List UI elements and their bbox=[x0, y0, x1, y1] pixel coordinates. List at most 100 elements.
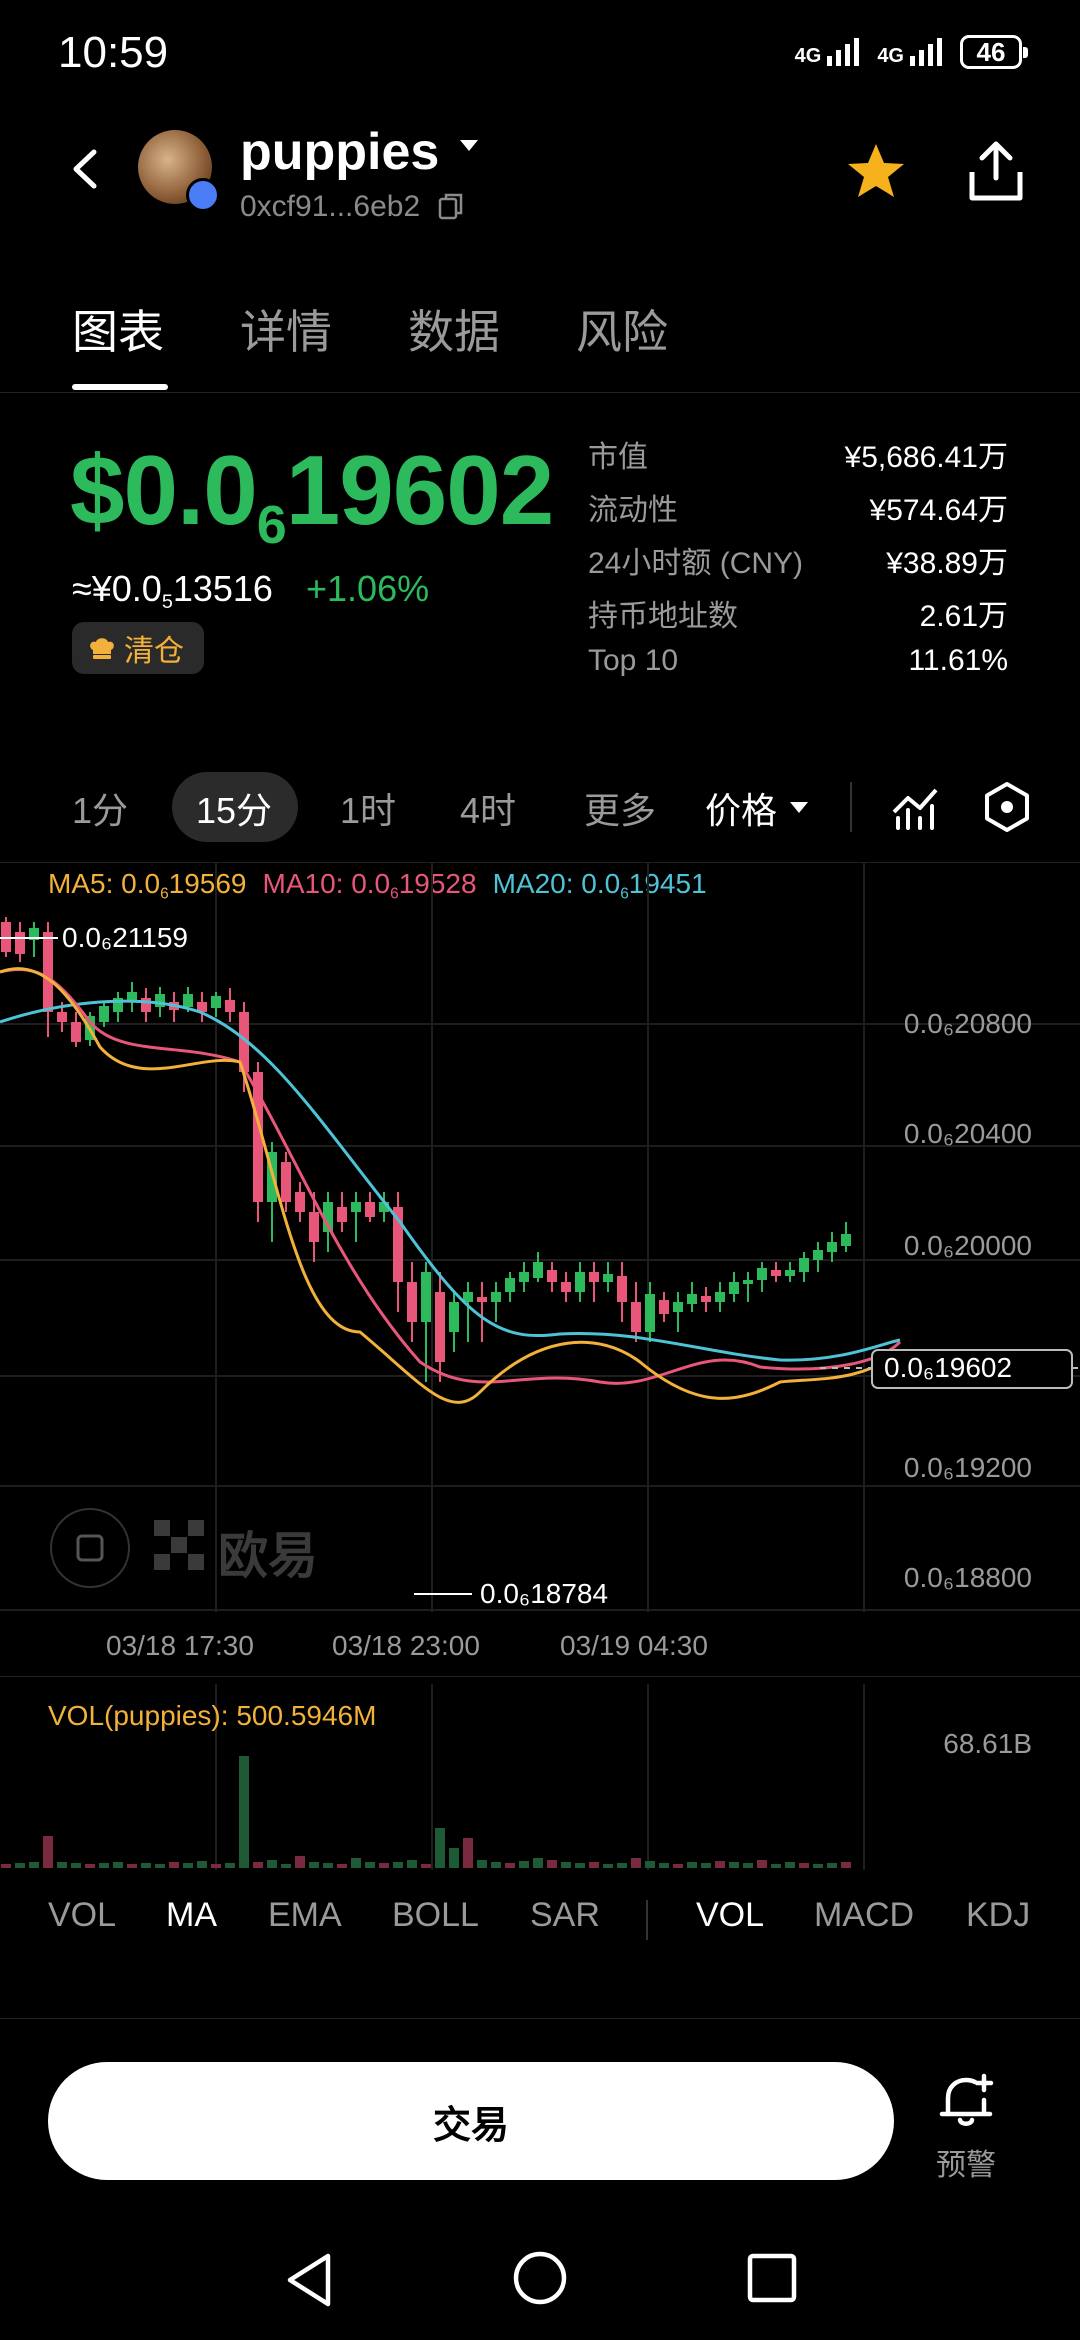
volume-bar bbox=[687, 1862, 697, 1868]
candle bbox=[631, 1302, 641, 1332]
interval-4h[interactable]: 4时 bbox=[460, 782, 516, 834]
volume-bar bbox=[785, 1862, 795, 1868]
volume-bar bbox=[701, 1863, 711, 1868]
fullscreen-button[interactable] bbox=[50, 1508, 130, 1588]
token-address: 0xcf91...6eb2 bbox=[240, 190, 421, 223]
candle bbox=[813, 1250, 823, 1260]
ma-lines bbox=[0, 967, 902, 1404]
candle bbox=[715, 1292, 725, 1302]
candle bbox=[491, 1292, 501, 1302]
trade-button[interactable]: 交易 bbox=[48, 2062, 894, 2180]
volume-bar bbox=[589, 1862, 599, 1868]
interval-1h[interactable]: 1时 bbox=[340, 782, 396, 834]
candle bbox=[617, 1276, 627, 1302]
indicator-ema[interactable]: EMA bbox=[268, 1896, 342, 1935]
divider bbox=[0, 392, 1080, 393]
tab-data[interactable]: 数据 bbox=[408, 296, 500, 362]
y-axis-label: 0.0₆20000 bbox=[903, 1230, 1032, 1261]
volume-bar bbox=[309, 1862, 319, 1868]
indicator-vol[interactable]: VOL bbox=[48, 1896, 116, 1935]
price-cny-zeros: 5 bbox=[161, 590, 173, 613]
volume-bar bbox=[295, 1856, 305, 1868]
candles bbox=[1, 917, 851, 1382]
battery-icon: 46 bbox=[960, 35, 1028, 69]
interval-1m[interactable]: 1分 bbox=[72, 782, 128, 834]
volume-bar bbox=[267, 1860, 277, 1868]
candle bbox=[603, 1274, 613, 1282]
chevron-down-icon[interactable] bbox=[460, 140, 478, 151]
indicator-chart-icon[interactable] bbox=[890, 782, 940, 832]
volume-bar bbox=[631, 1858, 641, 1868]
sub-indicator-kdj[interactable]: KDJ bbox=[966, 1896, 1030, 1935]
volume-bar bbox=[841, 1862, 851, 1868]
stat-label-24h-volume: 24小时额 (CNY) bbox=[588, 547, 804, 580]
candle bbox=[547, 1270, 557, 1282]
tab-details[interactable]: 详情 bbox=[240, 296, 332, 362]
token-name[interactable]: puppies bbox=[240, 122, 439, 182]
volume-bar bbox=[183, 1863, 193, 1868]
tab-chart[interactable]: 图表 bbox=[72, 296, 164, 362]
status-time: 10:59 bbox=[58, 28, 169, 77]
volume-bar bbox=[57, 1862, 67, 1868]
volume-bar bbox=[1, 1864, 11, 1868]
volume-bar bbox=[617, 1863, 627, 1868]
nav-recent-apps-icon[interactable] bbox=[746, 2252, 798, 2304]
stat-value-24h-volume: ¥38.89万 bbox=[886, 547, 1008, 580]
copy-icon[interactable] bbox=[438, 192, 464, 220]
chevron-down-icon[interactable] bbox=[790, 802, 808, 813]
volume-bar bbox=[435, 1828, 445, 1868]
volume-bar bbox=[547, 1860, 557, 1868]
sub-indicator-vol[interactable]: VOL bbox=[696, 1896, 764, 1935]
volume-bar bbox=[743, 1863, 753, 1868]
volume-bar bbox=[827, 1863, 837, 1868]
volume-bar bbox=[421, 1864, 431, 1868]
volume-bar bbox=[449, 1848, 459, 1868]
share-icon[interactable] bbox=[964, 138, 1028, 204]
stat-value-market-cap: ¥5,686.41万 bbox=[844, 441, 1008, 474]
candle bbox=[771, 1270, 781, 1276]
volume-bar bbox=[211, 1864, 221, 1868]
candle bbox=[295, 1192, 305, 1212]
x-axis-label: 03/18 17:30 bbox=[106, 1630, 254, 1661]
volume-bar bbox=[813, 1864, 823, 1868]
volume-bar bbox=[575, 1863, 585, 1868]
price-usd-digits: 19602 bbox=[285, 435, 555, 545]
y-axis-label: 0.0₆20400 bbox=[903, 1118, 1032, 1149]
volume-bar bbox=[729, 1862, 739, 1868]
candle bbox=[575, 1272, 585, 1292]
settings-hexagon-icon[interactable] bbox=[980, 780, 1034, 834]
candle bbox=[841, 1234, 851, 1246]
divider bbox=[646, 1900, 648, 1940]
chart-low-label: 0.0₆18784 bbox=[480, 1578, 609, 1609]
indicator-ma[interactable]: MA bbox=[166, 1896, 217, 1935]
indicator-sar[interactable]: SAR bbox=[530, 1896, 600, 1935]
nav-back-icon[interactable] bbox=[282, 2250, 338, 2310]
price-type-selector[interactable]: 价格 bbox=[705, 782, 777, 834]
star-favorite-icon[interactable] bbox=[844, 140, 908, 204]
indicator-boll[interactable]: BOLL bbox=[392, 1896, 479, 1935]
candle bbox=[407, 1282, 417, 1322]
nav-home-icon[interactable] bbox=[510, 2248, 570, 2308]
volume-bar bbox=[225, 1863, 235, 1868]
candle bbox=[435, 1292, 445, 1362]
sub-indicator-macd[interactable]: MACD bbox=[814, 1896, 914, 1935]
candle bbox=[645, 1294, 655, 1332]
tab-risk[interactable]: 风险 bbox=[576, 296, 668, 362]
bell-alert-icon[interactable] bbox=[936, 2070, 996, 2130]
candle bbox=[589, 1272, 599, 1282]
y-axis-label: 0.0₆19200 bbox=[903, 1452, 1032, 1483]
volume-bar bbox=[603, 1864, 613, 1868]
price-cny: ≈¥0.0513516 bbox=[72, 568, 273, 614]
alert-label[interactable]: 预警 bbox=[936, 2140, 996, 2184]
volume-bar bbox=[99, 1863, 109, 1868]
tab-active-indicator bbox=[72, 384, 168, 390]
interval-more[interactable]: 更多 bbox=[584, 782, 656, 834]
clear-position-badge[interactable]: 清仓 bbox=[72, 622, 204, 674]
candle bbox=[183, 994, 193, 1007]
interval-15m[interactable]: 15分 bbox=[196, 782, 272, 834]
volume-bar bbox=[491, 1862, 501, 1868]
signal-icon: 4G bbox=[795, 38, 860, 66]
network-label: 4G bbox=[794, 45, 822, 67]
volume-bar bbox=[351, 1858, 361, 1868]
back-arrow-icon[interactable] bbox=[62, 144, 112, 194]
